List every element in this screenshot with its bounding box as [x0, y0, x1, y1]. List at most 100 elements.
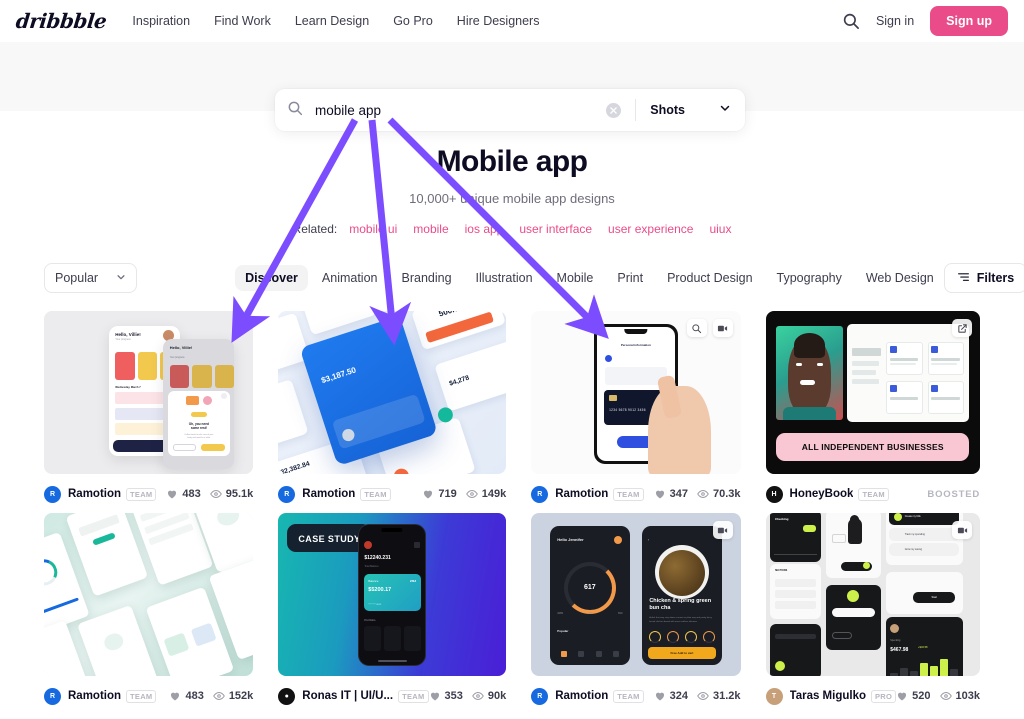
related-tag-mobile[interactable]: mobile	[413, 222, 448, 236]
likes-count: 483	[182, 488, 201, 500]
tab-discover[interactable]: Discover	[235, 265, 308, 291]
search-divider	[635, 99, 637, 121]
category-tabs: Discover Animation Branding Illustration…	[235, 265, 944, 291]
shot-author-3[interactable]: Ramotion	[555, 488, 608, 500]
shot-author-4[interactable]: HoneyBook	[790, 488, 854, 500]
nav-item-inspiration[interactable]: Inspiration	[132, 14, 190, 28]
video-icon[interactable]	[952, 521, 972, 539]
team-badge: TEAM	[613, 487, 644, 501]
avatar[interactable]: T	[765, 687, 783, 705]
filters-button[interactable]: Filters	[943, 263, 1024, 293]
eye-icon	[465, 489, 478, 499]
avatar[interactable]: R	[531, 687, 549, 705]
dribbble-search-page: dribbble Inspiration Find Work Learn Des…	[0, 0, 1024, 719]
shot-card-8: Checking SECTIONS Create my bills Track …	[765, 513, 980, 707]
shot-author-5[interactable]: Ramotion	[68, 690, 121, 702]
shot-author-2[interactable]: Ramotion	[302, 488, 355, 500]
search-icon[interactable]	[842, 12, 860, 30]
shot-card-2: $2,382.30 500.00 $4,278 $32,382.84	[278, 311, 507, 505]
add-to-cart-label: Free Add to cart	[670, 650, 694, 655]
avatar[interactable]: R	[44, 687, 61, 705]
video-icon[interactable]	[712, 319, 733, 337]
shot-thumbnail-3[interactable]: Personal information 1234 5678 9012 3456…	[531, 311, 741, 474]
shot-stats-7: 324 31.2k	[654, 690, 741, 702]
avatar[interactable]: R	[278, 485, 296, 503]
shot-author-8[interactable]: Taras Migulko	[790, 690, 866, 702]
eye-icon	[212, 691, 225, 701]
avatar[interactable]: R	[44, 485, 61, 503]
tab-branding[interactable]: Branding	[392, 265, 462, 291]
tab-mobile[interactable]: Mobile	[547, 265, 604, 291]
likes-stat: 347	[654, 488, 688, 500]
search-heading-block: Mobile app 10,000+ unique mobile app des…	[0, 145, 1024, 236]
shot-author-1[interactable]: Ramotion	[68, 488, 121, 500]
related-tag-mobile-ui[interactable]: mobile ui	[349, 222, 397, 236]
shot-author-6[interactable]: Ronas IT | UI/U...	[302, 690, 393, 702]
shot-thumbnail-1[interactable]: Hello, Villie! Your progress Wednesday, …	[44, 311, 254, 474]
shot-hover-actions-4	[952, 319, 972, 337]
shot-thumbnail-8[interactable]: Checking SECTIONS Create my bills Track …	[765, 513, 980, 676]
nav-item-hire-designers[interactable]: Hire Designers	[457, 14, 540, 28]
views-count: 70.3k	[713, 488, 741, 500]
likes-count: 324	[669, 690, 688, 702]
tab-animation[interactable]: Animation	[312, 265, 388, 291]
related-tag-user-experience[interactable]: user experience	[608, 222, 693, 236]
external-link-icon[interactable]	[952, 319, 972, 337]
avatar[interactable]: R	[531, 485, 549, 503]
shot-meta-8: T Taras Migulko PRO 520 103k	[765, 685, 980, 707]
team-badge: TEAM	[398, 689, 429, 703]
likes-stat: 719	[422, 488, 457, 500]
shot-thumbnail-6[interactable]: CASE STUDY $12240.231 Total Balance Bala…	[278, 513, 507, 676]
likes-stat: 520	[896, 690, 931, 702]
total-balance: $12240.231	[364, 554, 391, 561]
shot-author-7[interactable]: Ramotion	[555, 690, 608, 702]
page-subtitle: 10,000+ unique mobile app designs	[409, 191, 615, 206]
shot-card-7: Hello Jennifer 617 1083 471 810 Popular	[531, 513, 741, 707]
avatar[interactable]: H	[765, 485, 783, 503]
shot-stats-6: 353 90k	[429, 690, 506, 702]
tab-illustration[interactable]: Illustration	[466, 265, 543, 291]
clear-search-icon[interactable]	[606, 102, 622, 118]
tab-product-design[interactable]: Product Design	[657, 265, 762, 291]
main-nav: Inspiration Find Work Learn Design Go Pr…	[132, 14, 539, 28]
team-badge: TEAM	[126, 689, 157, 703]
sort-dropdown[interactable]: Popular	[44, 263, 138, 293]
likes-stat: 483	[166, 488, 201, 500]
sign-up-button[interactable]: Sign up	[930, 6, 1008, 36]
nav-item-go-pro[interactable]: Go Pro	[393, 14, 433, 28]
shot-thumbnail-7[interactable]: Hello Jennifer 617 1083 471 810 Popular	[531, 513, 741, 676]
tab-print[interactable]: Print	[607, 265, 653, 291]
promo-banner-text: ALL INDEPENDENT BUSINESSES	[801, 442, 944, 453]
shot-thumbnail-2[interactable]: $2,382.30 500.00 $4,278 $32,382.84	[278, 311, 507, 474]
eye-icon	[697, 489, 709, 499]
search-scope-dropdown[interactable]: Shots	[650, 101, 733, 119]
views-count: 152k	[228, 690, 254, 702]
popular-label: Popular	[557, 628, 569, 633]
tab-typography[interactable]: Typography	[767, 265, 852, 291]
nav-item-find-work[interactable]: Find Work	[214, 14, 271, 28]
views-stat: 152k	[212, 690, 254, 702]
tab-web-design[interactable]: Web Design	[856, 265, 944, 291]
shot-thumbnail-5[interactable]	[44, 513, 254, 676]
team-badge: TEAM	[360, 487, 391, 501]
related-tag-ios-app[interactable]: ios app	[465, 222, 504, 236]
search-input[interactable]	[303, 102, 607, 118]
heart-icon	[430, 692, 439, 701]
shot-stats-3: 347 70.3k	[654, 488, 741, 500]
nav-item-learn-design[interactable]: Learn Design	[295, 14, 369, 28]
sign-in-link[interactable]: Sign in	[876, 14, 914, 28]
related-tag-uiux[interactable]: uiux	[709, 222, 731, 236]
shot-hover-actions-3	[686, 319, 733, 337]
video-icon[interactable]	[712, 521, 733, 539]
zoom-icon[interactable]	[686, 319, 707, 337]
shot-stats-2: 719 149k	[422, 488, 506, 500]
avatar[interactable]: ●	[278, 687, 296, 705]
shots-grid: Hello, Villie! Your progress Wednesday, …	[0, 311, 1024, 707]
related-tag-user-interface[interactable]: user interface	[519, 222, 592, 236]
shot-stats-8: 520 103k	[896, 690, 980, 702]
shot-card-6: CASE STUDY $12240.231 Total Balance Bala…	[278, 513, 507, 707]
dribbble-logo[interactable]: dribbble	[15, 9, 108, 33]
views-stat: 149k	[465, 488, 506, 500]
eye-icon	[939, 691, 952, 701]
shot-thumbnail-4[interactable]: ALL INDEPENDENT BUSINESSES	[765, 311, 980, 474]
